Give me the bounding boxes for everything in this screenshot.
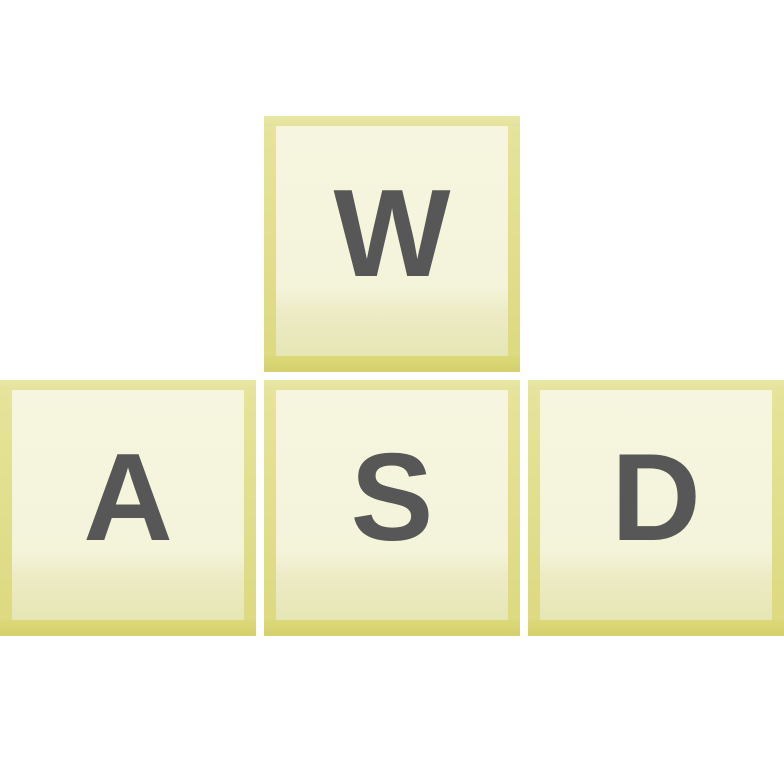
keycap-legend-w: W [333,165,451,304]
keycap-a: A [0,380,256,636]
keycap-top-edge [264,380,520,390]
keycap-bottom-edge [528,620,784,636]
keycap-legend-a: A [83,429,173,568]
keycap-d: D [528,380,784,636]
keycap-bottom-edge [0,620,256,636]
keycap-top-edge [264,116,520,126]
keycap-s: S [264,380,520,636]
keycap-top-edge [0,380,256,390]
keycap-legend-d: D [611,429,701,568]
keycap-w: W [264,116,520,372]
keycap-bottom-edge [264,356,520,372]
keycap-bottom-edge [264,620,520,636]
keycap-legend-s: S [350,429,434,568]
keycap-top-edge [528,380,784,390]
